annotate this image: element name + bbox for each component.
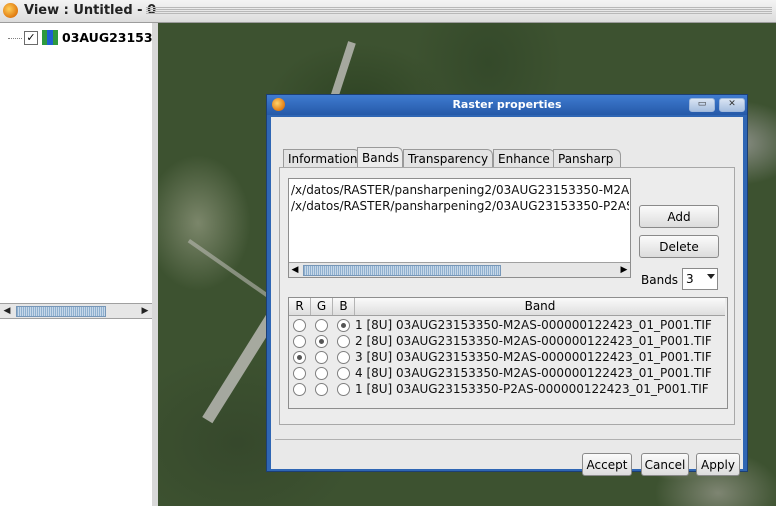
accept-button[interactable]: Accept	[582, 453, 632, 476]
file-list[interactable]: /x/datos/RASTER/pansharpening2/03AUG2315…	[288, 178, 631, 278]
cancel-button[interactable]: Cancel	[641, 453, 689, 476]
file-list-item[interactable]: /x/datos/RASTER/pansharpening2/03AUG2315…	[291, 199, 629, 213]
radio-r[interactable]	[293, 383, 306, 396]
band-table-row[interactable]: 1 [8U] 03AUG23153350-P2AS-000000122423_0…	[289, 381, 725, 397]
radio-g[interactable]	[315, 351, 328, 364]
minimize-icon[interactable]: ▭	[689, 98, 715, 112]
scroll-right-icon[interactable]: ▶	[139, 305, 151, 317]
layer-name: 03AUG23153350-M2AS-000000122423_01_P001	[62, 30, 154, 45]
layer-tree-panel: ✓ 03AUG23153350-M2AS-000000122423_01_P00…	[0, 23, 154, 320]
scroll-left-icon[interactable]: ◀	[1, 305, 13, 317]
tab-information[interactable]: Information	[283, 149, 360, 168]
radio-g[interactable]	[315, 319, 328, 332]
apply-button[interactable]: Apply	[696, 453, 740, 476]
radio-g[interactable]	[315, 383, 328, 396]
radio-r[interactable]	[293, 351, 306, 364]
scroll-left-icon[interactable]: ◀	[289, 264, 301, 276]
raster-layer-icon	[42, 30, 58, 45]
column-header-b[interactable]: B	[333, 298, 355, 315]
layer-tree-scrollbar[interactable]: ◀ ▶	[0, 303, 152, 319]
band-table-header: R G B Band	[289, 298, 725, 316]
scroll-thumb[interactable]	[303, 265, 501, 276]
column-header-band[interactable]: Band	[355, 298, 725, 315]
bands-select-value: 3	[686, 272, 694, 286]
tab-pansharp[interactable]: Pansharp	[553, 149, 621, 168]
band-table-row[interactable]: 1 [8U] 03AUG23153350-M2AS-000000122423_0…	[289, 317, 725, 333]
band-name: 4 [8U] 03AUG23153350-M2AS-000000122423_0…	[355, 366, 712, 380]
radio-g[interactable]	[315, 335, 328, 348]
tab-enhance[interactable]: Enhance	[493, 149, 555, 168]
band-table: R G B Band 1 [8U] 03AUG23153350-M2AS-000…	[288, 297, 728, 409]
band-table-row[interactable]: 3 [8U] 03AUG23153350-M2AS-000000122423_0…	[289, 349, 725, 365]
dialog-divider	[275, 439, 741, 440]
layer-item[interactable]: ✓ 03AUG23153350-M2AS-000000122423_01_P00…	[8, 29, 154, 47]
scroll-thumb[interactable]	[16, 306, 106, 317]
bands-tab-panel: /x/datos/RASTER/pansharpening2/03AUG2315…	[279, 167, 735, 425]
radio-r[interactable]	[293, 335, 306, 348]
bands-select[interactable]: 3	[682, 268, 718, 290]
radio-r[interactable]	[293, 319, 306, 332]
dialog-body: Information Bands Transparency Enhance P…	[271, 117, 743, 476]
title-bar-grip[interactable]	[146, 7, 772, 15]
band-name: 1 [8U] 03AUG23153350-P2AS-000000122423_0…	[355, 382, 709, 396]
radio-b[interactable]	[337, 335, 350, 348]
band-name: 2 [8U] 03AUG23153350-M2AS-000000122423_0…	[355, 334, 712, 348]
radio-b[interactable]	[337, 351, 350, 364]
tree-connector	[8, 38, 22, 39]
layer-visibility-checkbox[interactable]: ✓	[24, 31, 38, 45]
radio-r[interactable]	[293, 367, 306, 380]
column-header-g[interactable]: G	[311, 298, 333, 315]
bands-label: Bands	[641, 273, 679, 287]
raster-properties-dialog: Raster properties ▭ ✕ Information Bands …	[266, 94, 748, 476]
view-title-bar: View : Untitled - 0	[0, 0, 776, 23]
band-table-row[interactable]: 2 [8U] 03AUG23153350-M2AS-000000122423_0…	[289, 333, 725, 349]
tab-bands[interactable]: Bands	[357, 147, 403, 167]
column-header-r[interactable]: R	[289, 298, 311, 315]
dialog-title-bar[interactable]: Raster properties ▭ ✕	[267, 95, 747, 115]
app-icon	[3, 3, 18, 18]
band-table-row[interactable]: 4 [8U] 03AUG23153350-M2AS-000000122423_0…	[289, 365, 725, 381]
chevron-down-icon	[707, 274, 715, 279]
band-name: 3 [8U] 03AUG23153350-M2AS-000000122423_0…	[355, 350, 712, 364]
file-list-item[interactable]: /x/datos/RASTER/pansharpening2/03AUG2315…	[291, 183, 629, 197]
close-icon[interactable]: ✕	[719, 98, 745, 112]
radio-b[interactable]	[337, 319, 350, 332]
file-list-scrollbar[interactable]: ◀ ▶	[289, 262, 630, 277]
radio-g[interactable]	[315, 367, 328, 380]
scroll-right-icon[interactable]: ▶	[618, 264, 630, 276]
tab-transparency[interactable]: Transparency	[403, 149, 493, 168]
dialog-title: Raster properties	[452, 98, 562, 111]
radio-b[interactable]	[337, 383, 350, 396]
radio-b[interactable]	[337, 367, 350, 380]
add-button[interactable]: Add	[639, 205, 719, 228]
view-title: View : Untitled - 0	[24, 3, 157, 18]
delete-button[interactable]: Delete	[639, 235, 719, 258]
band-name: 1 [8U] 03AUG23153350-M2AS-000000122423_0…	[355, 318, 712, 332]
